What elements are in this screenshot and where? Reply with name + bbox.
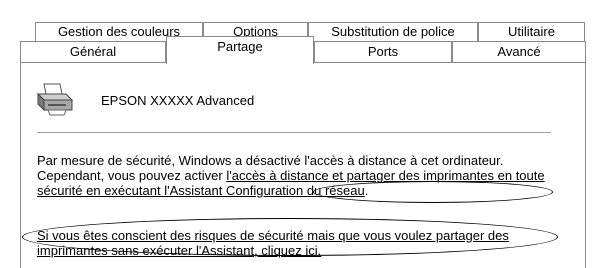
tab-label: Utilitaire <box>508 24 555 39</box>
security-message-end: . <box>364 183 369 198</box>
tab-avance[interactable]: Avancé <box>452 41 586 62</box>
tab-general[interactable]: Général <box>20 41 166 62</box>
skip-wizard-message: Si vous êtes conscient des risques de sé… <box>37 228 567 258</box>
printer-name: EPSON XXXXX Advanced <box>101 93 255 108</box>
tab-label: Substitution de police <box>331 24 455 39</box>
tab-partage[interactable]: Partage <box>166 36 314 64</box>
printer-properties-dialog: Gestion des couleurs Options Substitutio… <box>0 0 606 268</box>
security-message: Par mesure de sécurité, Windows a désact… <box>37 153 567 198</box>
tab-label: Avancé <box>497 44 541 59</box>
network-setup-wizard-link-name: l'Assistant Configuration du réseau <box>164 183 365 198</box>
separator <box>37 132 551 134</box>
tab-label: Gestion des couleurs <box>57 24 181 39</box>
printer-icon <box>36 82 76 116</box>
skip-wizard-link[interactable]: Si vous êtes conscient des risques de sé… <box>37 228 509 258</box>
tab-label: Ports <box>367 44 399 59</box>
tab-label: Partage <box>217 39 263 54</box>
tab-substitution-de-police[interactable]: Substitution de police <box>308 22 478 42</box>
tab-utilitaire[interactable]: Utilitaire <box>478 22 585 42</box>
tab-ports[interactable]: Ports <box>314 41 452 62</box>
tab-label: Général <box>69 44 117 59</box>
